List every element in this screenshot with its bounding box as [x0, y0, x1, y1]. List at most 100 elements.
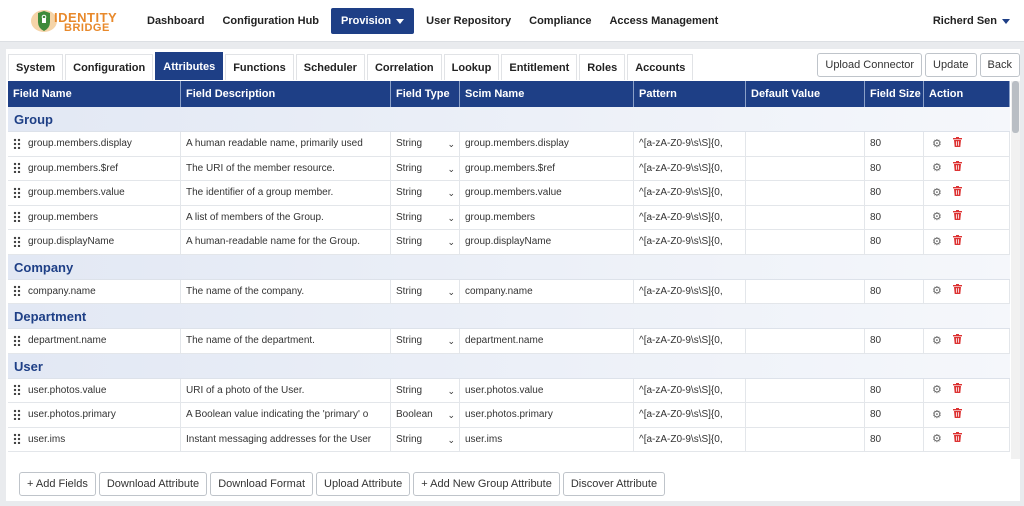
field-type-select[interactable]: String ⌄ [391, 181, 460, 205]
gear-icon[interactable]: ⚙ [932, 132, 942, 156]
trash-icon[interactable] [952, 132, 962, 156]
nav-provision[interactable]: Provision [331, 8, 415, 34]
chevron-down-icon: ⌄ [447, 336, 455, 346]
column-header-field-type[interactable]: Field Type [391, 81, 460, 107]
tab-roles[interactable]: Roles [579, 54, 626, 80]
trash-icon[interactable] [952, 280, 962, 304]
drag-handle-icon[interactable] [13, 334, 21, 346]
trash-icon[interactable] [952, 206, 962, 230]
tab-system[interactable]: System [8, 54, 64, 80]
trash-icon[interactable] [952, 230, 962, 254]
drag-handle-icon[interactable] [13, 211, 21, 223]
gear-icon[interactable]: ⚙ [932, 157, 942, 181]
field-name-cell: group.members.$ref [8, 156, 181, 180]
back-button[interactable]: Back [979, 53, 1020, 77]
nav-compliance[interactable]: Compliance [520, 0, 600, 42]
field-type-value: String [396, 187, 423, 198]
tab-lookup[interactable]: Lookup [443, 54, 500, 80]
drag-handle-icon[interactable] [13, 235, 21, 247]
upload-connector-button[interactable]: Upload Connector [817, 53, 923, 77]
column-header-default-value[interactable]: Default Value [746, 81, 865, 107]
gear-icon[interactable]: ⚙ [932, 206, 942, 230]
trash-icon[interactable] [952, 379, 962, 403]
scim-name: user.photos.value [460, 378, 634, 402]
gear-icon[interactable]: ⚙ [932, 329, 942, 353]
field-description: The name of the company. [181, 279, 391, 303]
drag-handle-icon[interactable] [13, 408, 21, 420]
field-type-select[interactable]: Boolean ⌄ [391, 403, 460, 427]
field-type-select[interactable]: String ⌄ [391, 378, 460, 402]
drag-handle-icon[interactable] [13, 433, 21, 445]
field-name: group.members.display [28, 138, 132, 149]
gear-icon[interactable]: ⚙ [932, 428, 942, 452]
field-name-cell: user.photos.value [8, 378, 181, 402]
attributes-table: Field Name Field Description Field Type Sci… [8, 81, 1010, 459]
tab-correlation[interactable]: Correlation [366, 54, 442, 80]
chevron-down-icon: ⌄ [447, 385, 455, 396]
tab-accounts[interactable]: Accounts [627, 54, 694, 80]
drag-handle-icon[interactable] [13, 384, 21, 396]
nav-access-management[interactable]: Access Management [600, 0, 727, 42]
pattern: ^[a-zA-Z0-9\s\S]{0, [634, 205, 746, 229]
column-header-action[interactable]: Action [924, 81, 1010, 107]
nav-configuration-hub[interactable]: Configuration Hub [213, 0, 328, 42]
nav-label: Compliance [529, 15, 592, 27]
default-value [746, 279, 865, 303]
default-value [746, 378, 865, 402]
gear-icon[interactable]: ⚙ [932, 280, 942, 304]
drag-handle-icon[interactable] [13, 186, 21, 198]
action-cell: ⚙ [924, 279, 1010, 304]
trash-icon[interactable] [952, 181, 962, 205]
tab-configuration[interactable]: Configuration [65, 54, 154, 80]
field-size: 80 [865, 403, 924, 427]
download-format-button[interactable]: Download Format [210, 472, 314, 496]
add-fields-button[interactable]: + Add Fields [19, 472, 96, 496]
trash-icon[interactable] [952, 403, 962, 427]
scim-name: department.name [460, 329, 634, 353]
trash-icon[interactable] [952, 329, 962, 353]
column-header-pattern[interactable]: Pattern [634, 81, 746, 107]
trash-icon[interactable] [952, 157, 962, 181]
field-type-select[interactable]: String ⌄ [391, 329, 460, 353]
nav-dashboard[interactable]: Dashboard [138, 0, 213, 42]
field-type-select[interactable]: String ⌄ [391, 132, 460, 156]
update-button[interactable]: Update [925, 53, 977, 77]
column-header-field-name[interactable]: Field Name [8, 81, 181, 107]
field-type-value: String [396, 285, 423, 297]
field-type-select[interactable]: String ⌄ [391, 279, 460, 303]
table-scrollbar[interactable] [1011, 81, 1020, 459]
field-type-select[interactable]: String ⌄ [391, 230, 460, 254]
discover-attribute-button[interactable]: Discover Attribute [562, 472, 666, 496]
field-type-select[interactable]: String ⌄ [391, 427, 460, 451]
field-description: A Boolean value indicating the 'primary'… [181, 403, 391, 427]
field-type-select[interactable]: String ⌄ [391, 205, 460, 229]
trash-icon[interactable] [952, 428, 962, 452]
tab-entitlement[interactable]: Entitlement [501, 54, 578, 80]
download-attribute-button[interactable]: Download Attribute [98, 472, 208, 496]
gear-icon[interactable]: ⚙ [932, 181, 942, 205]
nav-user-repository[interactable]: User Repository [417, 0, 520, 42]
field-name-cell: department.name [8, 329, 181, 353]
identity-bridge-logo[interactable]: IDENTITY BRIDGE [30, 6, 120, 36]
field-name: user.photos.primary [28, 409, 116, 420]
tab-attributes[interactable]: Attributes [155, 52, 224, 80]
scrollbar-thumb[interactable] [1012, 81, 1019, 133]
drag-handle-icon[interactable] [13, 285, 21, 297]
group-header-user: User [8, 353, 1010, 379]
column-header-field-description[interactable]: Field Description [181, 81, 391, 107]
column-header-field-size[interactable]: Field Size [865, 81, 924, 107]
nav-label: Provision [341, 15, 392, 27]
gear-icon[interactable]: ⚙ [932, 379, 942, 403]
drag-handle-icon[interactable] [13, 137, 21, 149]
tab-functions[interactable]: Functions [225, 54, 294, 80]
upload-attribute-button[interactable]: Upload Attribute [316, 472, 411, 496]
drag-handle-icon[interactable] [13, 162, 21, 174]
tab-scheduler[interactable]: Scheduler [295, 54, 365, 80]
field-type-select[interactable]: String ⌄ [391, 156, 460, 180]
user-menu[interactable]: Richerd Sen [933, 0, 1010, 42]
gear-icon[interactable]: ⚙ [932, 403, 942, 427]
column-header-scim-name[interactable]: Scim Name [460, 81, 634, 107]
toolbar-buttons: Upload Connector Update Back [814, 53, 1020, 77]
gear-icon[interactable]: ⚙ [932, 230, 942, 254]
add-new-group-attribute-button[interactable]: + Add New Group Attribute [413, 472, 560, 496]
